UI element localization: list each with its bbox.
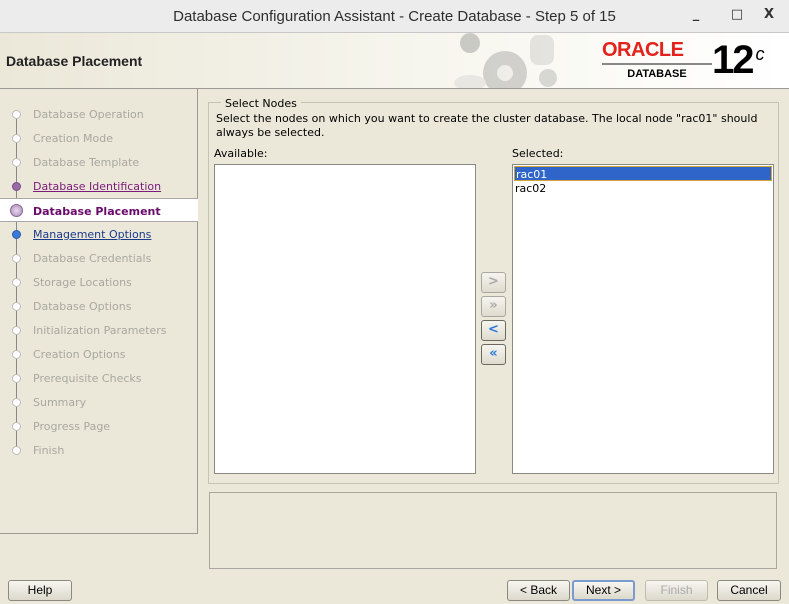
gears-icon: [454, 33, 557, 88]
close-button[interactable]: X: [759, 7, 779, 27]
cancel-button[interactable]: Cancel: [717, 580, 781, 601]
step-label: Summary: [33, 396, 87, 409]
step-storage-locations: Storage Locations: [0, 270, 198, 294]
logo-database-text: DATABASE: [627, 68, 687, 80]
finish-button[interactable]: Finish: [645, 580, 708, 601]
step-marker-icon: [12, 374, 21, 383]
step-progress-page: Progress Page: [0, 414, 198, 438]
step-marker-icon: [12, 134, 21, 143]
back-button[interactable]: < Back: [507, 580, 570, 601]
step-marker-icon: [12, 254, 21, 263]
next-button[interactable]: Next >: [572, 580, 635, 601]
step-prerequisite-checks: Prerequisite Checks: [0, 366, 198, 390]
steps-sidebar: Database Operation Creation Mode Database …: [0, 89, 198, 534]
step-finish: Finish: [0, 438, 198, 462]
step-label: Management Options: [33, 228, 152, 241]
oracle-logo: ORACLE DATABASE: [602, 39, 712, 83]
description: Select the nodes on which you want to cr…: [216, 112, 758, 139]
step-marker-icon: [12, 422, 21, 431]
message-area: [209, 492, 777, 569]
available-label: Available:: [214, 147, 268, 160]
version-suffix: c: [755, 44, 765, 64]
step-label: Database Template: [33, 156, 140, 169]
step-database-template: Database Template: [0, 150, 198, 174]
group-title: Select Nodes: [221, 97, 301, 110]
title-bar: Database Configuration Assistant - Creat…: [0, 0, 789, 33]
step-database-operation: Database Operation: [0, 102, 198, 126]
step-label: Database Placement: [33, 205, 161, 218]
step-label: Prerequisite Checks: [33, 372, 142, 385]
step-label: Database Operation: [33, 108, 144, 121]
list-item[interactable]: rac02: [514, 181, 772, 196]
step-label: Creation Options: [33, 348, 126, 361]
window-title: Database Configuration Assistant - Creat…: [173, 8, 616, 25]
step-marker-icon: [12, 350, 21, 359]
step-marker-icon: [12, 182, 21, 191]
list-item[interactable]: rac01: [514, 166, 772, 181]
step-label: Storage Locations: [33, 276, 132, 289]
move-all-left-button[interactable]: «: [481, 344, 506, 365]
step-label: Database Options: [33, 300, 132, 313]
step-database-placement: Database Placement: [0, 198, 198, 222]
selected-list[interactable]: rac01 rac02: [512, 164, 774, 474]
step-marker-icon: [12, 110, 21, 119]
step-initialization-parameters: Initialization Parameters: [0, 318, 198, 342]
step-marker-icon: [12, 302, 21, 311]
step-management-options[interactable]: Management Options: [0, 222, 198, 246]
step-marker-icon: [12, 326, 21, 335]
page-title: Database Placement: [6, 53, 143, 69]
logo-oracle-text: ORACLE: [602, 39, 712, 65]
step-database-options: Database Options: [0, 294, 198, 318]
step-marker-icon: [12, 278, 21, 287]
step-label: Database Credentials: [33, 252, 152, 265]
step-marker-icon: [12, 446, 21, 455]
move-right-button[interactable]: >: [481, 272, 506, 293]
step-database-identification[interactable]: Database Identification: [0, 174, 198, 198]
version-number: 12: [712, 38, 754, 82]
step-marker-icon: [12, 398, 21, 407]
maximize-button[interactable]: □: [727, 7, 747, 27]
logo-version: 12 c: [712, 38, 765, 82]
available-list[interactable]: [214, 164, 476, 474]
minimize-button[interactable]: _: [686, 7, 706, 27]
step-summary: Summary: [0, 390, 198, 414]
header-banner: Database Placement ORACLE DATABASE 12 c: [0, 33, 789, 89]
step-marker-icon: [12, 230, 21, 239]
step-label: Initialization Parameters: [33, 324, 167, 337]
step-marker-icon: [10, 204, 23, 217]
step-label: Finish: [33, 444, 65, 457]
move-left-button[interactable]: <: [481, 320, 506, 341]
step-creation-options: Creation Options: [0, 342, 198, 366]
help-button[interactable]: Help: [8, 580, 72, 601]
move-all-right-button[interactable]: »: [481, 296, 506, 317]
selected-label: Selected:: [512, 147, 564, 160]
step-label: Creation Mode: [33, 132, 114, 145]
step-creation-mode: Creation Mode: [0, 126, 198, 150]
step-database-credentials: Database Credentials: [0, 246, 198, 270]
step-label: Progress Page: [33, 420, 111, 433]
step-marker-icon: [12, 158, 21, 167]
step-label: Database Identification: [33, 180, 162, 193]
